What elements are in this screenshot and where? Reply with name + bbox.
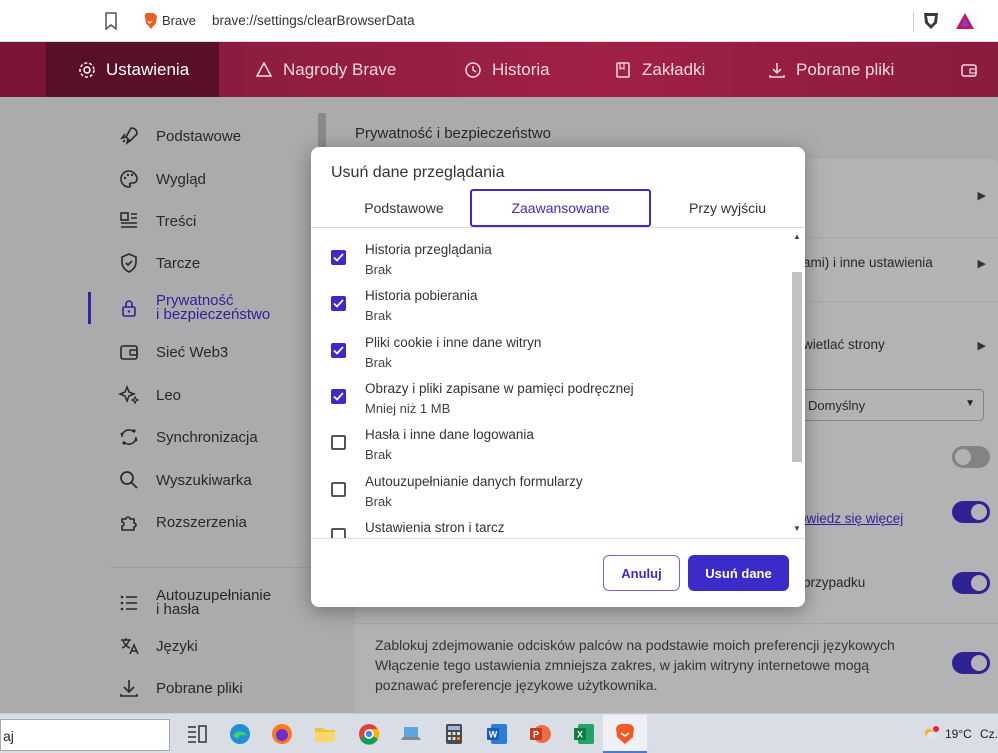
nav-item-settings[interactable]: Ustawienia	[46, 42, 220, 97]
download-icon	[769, 62, 785, 78]
weather-icon[interactable]	[922, 725, 940, 743]
divider	[913, 12, 914, 32]
check-icon	[333, 253, 344, 262]
list-item[interactable]: Historia przeglądania Brak	[331, 242, 771, 288]
checkbox[interactable]	[331, 250, 346, 265]
tab-basic[interactable]: Podstawowe	[329, 189, 479, 227]
dialog-scroll-thumb[interactable]	[792, 272, 802, 462]
item-label: Historia pobierania	[365, 288, 478, 303]
bookmark-icon[interactable]	[104, 12, 118, 30]
gear-icon	[79, 61, 95, 78]
laptop-icon[interactable]	[399, 722, 423, 746]
checkbox[interactable]	[331, 296, 346, 311]
delete-data-button[interactable]: Usuń dane	[688, 555, 789, 591]
item-size: Mniej niż 1 MB	[365, 401, 451, 416]
brave-icon[interactable]	[613, 722, 637, 746]
windows-taskbar: aj W P X 19°C Cz.	[0, 713, 998, 753]
checkbox[interactable]	[331, 389, 346, 404]
bookmark-icon	[616, 61, 630, 78]
list-item[interactable]: Autouzupełnianie danych formularzy Brak	[331, 474, 771, 520]
dialog-title: Usuń dane przeglądania	[331, 164, 505, 181]
file-explorer-icon[interactable]	[313, 722, 337, 746]
nav-item-rewards[interactable]: Nagrody Brave	[255, 42, 396, 97]
word-icon[interactable]: W	[485, 722, 509, 746]
address-bar: Brave brave://settings/clearBrowserData	[0, 0, 998, 42]
edge-icon[interactable]	[228, 722, 252, 746]
data-type-list: Historia przeglądania Brak Historia pobi…	[311, 228, 805, 538]
scroll-down-arrow-icon[interactable]: ▼	[793, 524, 801, 533]
nav-label: Pobrane pliki	[796, 59, 895, 79]
nav-item-downloads[interactable]: Pobrane pliki	[768, 42, 894, 97]
dialog-footer-divider	[311, 538, 805, 539]
list-item[interactable]: Hasła i inne dane logowania Brak	[331, 427, 771, 473]
nav-item-history[interactable]: Historia	[464, 42, 550, 97]
list-item[interactable]: Historia pobierania Brak	[331, 288, 771, 334]
checkbox[interactable]	[331, 528, 346, 538]
item-label: Hasła i inne dane logowania	[365, 427, 534, 442]
scroll-up-arrow-icon[interactable]: ▲	[793, 232, 801, 241]
item-size: Brak	[365, 447, 392, 462]
dialog-scrollbar[interactable]: ▲ ▼	[789, 228, 805, 538]
item-label: Historia przeglądania	[365, 242, 492, 257]
nav-left-strip	[0, 42, 46, 97]
check-icon	[333, 392, 344, 401]
nav-label: Historia	[492, 59, 550, 79]
top-nav: Ustawienia Nagrody Brave Historia Zakład…	[0, 42, 998, 97]
list-item[interactable]: Pliki cookie i inne dane witryn Brak	[331, 335, 771, 381]
item-size: Brak	[365, 355, 392, 370]
item-size: Brak	[365, 494, 392, 509]
item-label: Autouzupełnianie danych formularzy	[365, 474, 583, 489]
check-icon	[333, 346, 344, 355]
wallet-icon	[961, 63, 977, 77]
item-label: Ustawienia stron i tarcz	[365, 520, 505, 535]
firefox-icon[interactable]	[270, 722, 294, 746]
nav-item-bookmarks[interactable]: Zakładki	[614, 42, 705, 97]
clear-data-dialog: Usuń dane przeglądania Podstawowe Zaawan…	[311, 147, 805, 607]
powerpoint-icon[interactable]: P	[528, 722, 552, 746]
excel-icon[interactable]: X	[572, 722, 596, 746]
list-item[interactable]: Ustawienia stron i tarcz	[331, 520, 771, 538]
nav-label: Zakładki	[642, 59, 706, 79]
site-name: Brave	[162, 13, 196, 28]
svg-text:X: X	[577, 730, 583, 740]
nav-label: Ustawienia	[106, 59, 190, 79]
item-size: Brak	[365, 308, 392, 323]
url-field[interactable]: brave://settings/clearBrowserData	[212, 13, 415, 28]
item-size: Brak	[365, 262, 392, 277]
checkbox[interactable]	[331, 435, 346, 450]
cancel-button[interactable]: Anuluj	[603, 555, 680, 591]
taskbar-search-input[interactable]: aj	[0, 719, 170, 751]
chrome-icon[interactable]	[357, 722, 381, 746]
checkbox[interactable]	[331, 343, 346, 358]
nav-label: Nagrody Brave	[283, 59, 397, 79]
item-label: Pliki cookie i inne dane witryn	[365, 335, 542, 350]
tab-advanced[interactable]: Zaawansowane	[470, 189, 651, 227]
svg-text:P: P	[533, 730, 539, 740]
calculator-icon[interactable]	[442, 722, 466, 746]
list-item[interactable]: Obrazy i pliki zapisane w pamięci podręc…	[331, 381, 771, 427]
brave-rewards-icon[interactable]	[955, 12, 975, 30]
svg-text:W: W	[489, 730, 498, 740]
history-icon	[465, 61, 481, 78]
task-view-icon[interactable]	[185, 722, 209, 746]
brave-lion-icon	[145, 13, 157, 29]
tab-on-exit[interactable]: Przy wyjściu	[661, 189, 794, 227]
checkbox[interactable]	[331, 482, 346, 497]
item-label: Obrazy i pliki zapisane w pamięci podręc…	[365, 381, 634, 396]
rewards-triangle-icon	[255, 60, 273, 77]
brave-shields-icon[interactable]	[922, 11, 940, 31]
check-icon	[333, 299, 344, 308]
temperature: 19°C	[945, 727, 972, 741]
date-text: Cz.	[980, 727, 998, 741]
nav-item-wallet[interactable]	[960, 42, 978, 97]
